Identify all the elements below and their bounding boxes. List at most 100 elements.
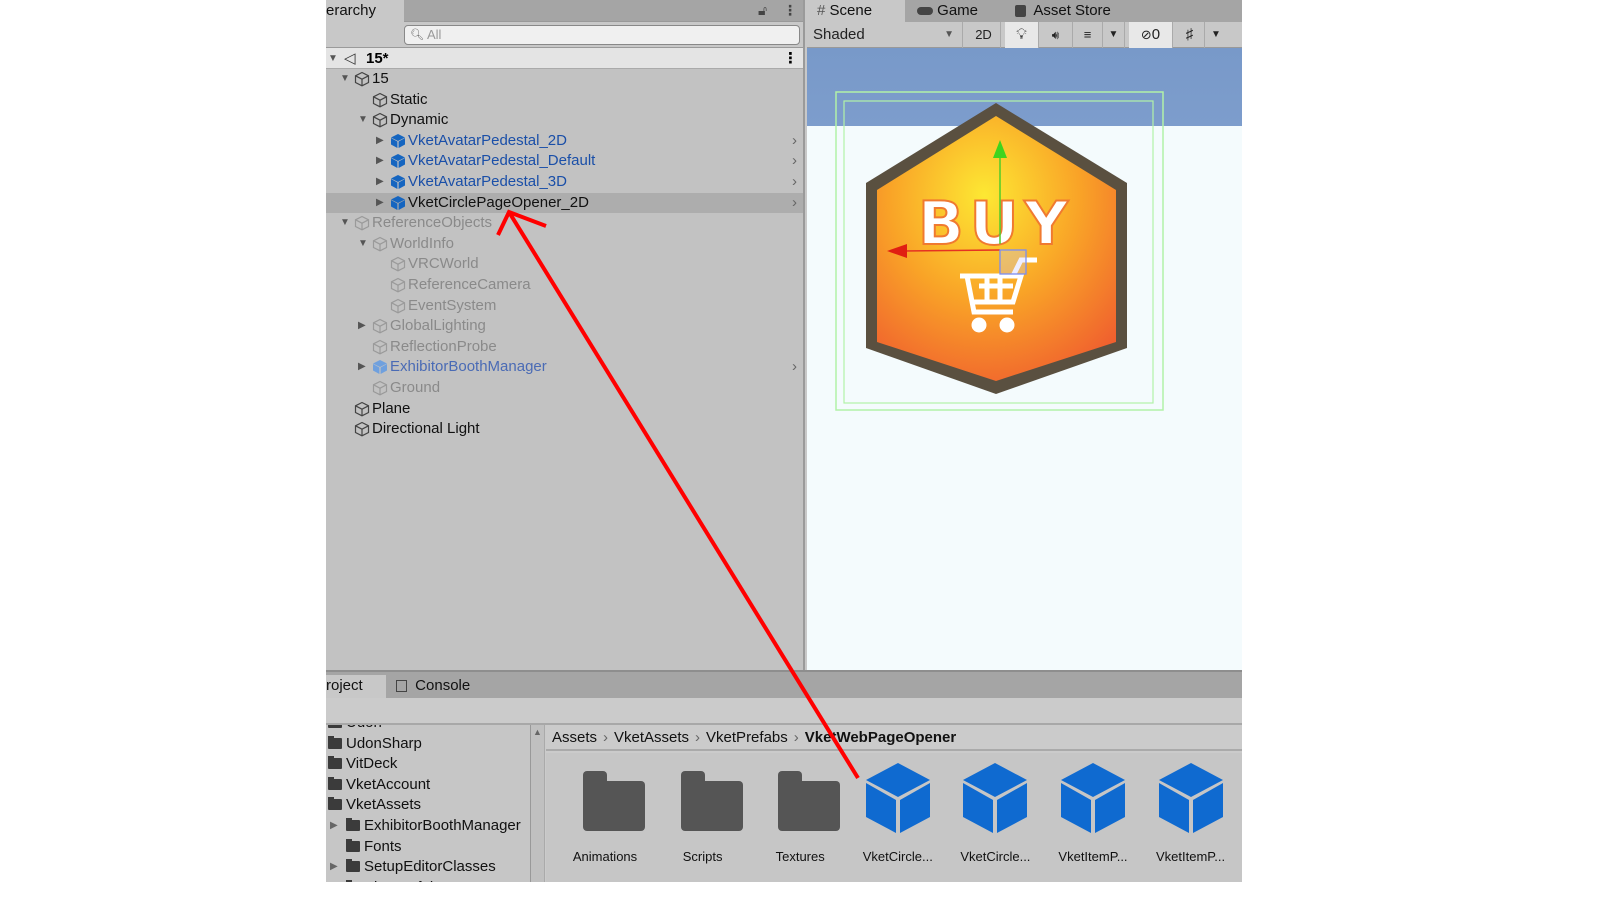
expand-arrow-icon[interactable]: ▼: [328, 48, 338, 69]
asset-label: VketItemP...: [1058, 849, 1128, 864]
audio-toggle-button[interactable]: 🔊︎: [1039, 22, 1073, 48]
shading-mode-dropdown[interactable]: Shaded ▼: [807, 22, 963, 48]
hierarchy-item[interactable]: ▼ WorldInfo: [326, 234, 803, 255]
chevron-right-icon[interactable]: ›: [792, 151, 797, 171]
folder-icon: [328, 735, 342, 749]
collapse-arrow-icon[interactable]: ▶: [376, 151, 384, 171]
folder-tree-item[interactable]: VketPrefabs: [326, 878, 530, 882]
effects-dropdown[interactable]: ▼: [1103, 22, 1125, 48]
hierarchy-item[interactable]: Static: [326, 90, 803, 111]
hierarchy-item[interactable]: ReflectionProbe: [326, 337, 803, 358]
expand-arrow-icon[interactable]: ▼: [340, 213, 350, 233]
hierarchy-item[interactable]: Directional Light: [326, 419, 803, 440]
hierarchy-item[interactable]: EventSystem: [326, 296, 803, 317]
gizmo-dropdown[interactable]: ▼: [1205, 22, 1227, 48]
breadcrumb-item[interactable]: VketWebPageOpener: [805, 729, 956, 746]
chevron-right-icon[interactable]: ›: [792, 357, 797, 377]
hierarchy-item[interactable]: ▶ GlobalLighting: [326, 316, 803, 337]
folder-tree-label: UdonSharp: [346, 734, 422, 752]
hierarchy-item[interactable]: ▶ VketCirclePageOpener_2D ›: [326, 192, 803, 214]
tab-hierarchy[interactable]: erarchy: [326, 0, 404, 22]
collapse-arrow-icon[interactable]: ▶: [376, 172, 384, 192]
collapse-arrow-icon[interactable]: ▶: [376, 131, 384, 151]
hierarchy-item-label: ReferenceObjects: [372, 214, 493, 232]
folder-tree-scrollbar[interactable]: ▲: [531, 725, 545, 882]
effects-toggle-button[interactable]: ≡: [1073, 22, 1103, 48]
gameobject-cube-icon: [390, 298, 406, 314]
hierarchy-item-label: ExhibitorBoothManager: [390, 358, 547, 376]
hierarchy-item[interactable]: ▶ VketAvatarPedestal_3D ›: [326, 172, 803, 193]
prefab-cube-icon: [390, 153, 406, 169]
hierarchy-tree: ▼ 15 Static ▼ Dynamic ▶ VketAvatarPedestal_2D ›…: [326, 69, 803, 440]
folder-tree-label: VitDeck: [346, 755, 398, 773]
scroll-up-icon[interactable]: ▲: [533, 727, 542, 737]
hierarchy-item[interactable]: ▶ VketAvatarPedestal_Default ›: [326, 151, 803, 172]
eye-slash-icon: ⊘: [1140, 27, 1152, 42]
hierarchy-item[interactable]: ▼ ReferenceObjects: [326, 213, 803, 234]
tab-console[interactable]: Console: [390, 675, 490, 698]
hierarchy-panel: erarchy 🔓︎ ⋮ 🔍︎ All ▼ ◁ 15* ⋮ ▼ 15 Static ▼…: [326, 0, 805, 670]
tab-scene[interactable]: # Scene: [807, 0, 905, 22]
hierarchy-item[interactable]: ▼ 15: [326, 69, 803, 90]
breadcrumb-item[interactable]: VketAssets: [614, 729, 689, 746]
hierarchy-item[interactable]: ▶ ExhibitorBoothManager ›: [326, 357, 803, 378]
collapse-arrow-icon[interactable]: ▶: [330, 816, 338, 836]
hierarchy-search-input[interactable]: 🔍︎ All: [404, 25, 800, 45]
folder-tree-item[interactable]: VketAssets: [326, 795, 530, 816]
folder-open-icon: [328, 797, 342, 811]
toggle-2d-button[interactable]: 2D: [967, 22, 1001, 48]
expand-arrow-icon[interactable]: ▼: [358, 110, 368, 130]
layers-icon: ≡: [1083, 27, 1092, 42]
more-options-icon[interactable]: ⋮: [783, 2, 797, 19]
folder-tree-item[interactable]: Fonts: [326, 837, 530, 858]
scene-viewport[interactable]: BUY: [807, 48, 1242, 670]
lock-icon[interactable]: 🔓︎: [758, 2, 767, 19]
tab-project[interactable]: roject: [326, 675, 386, 698]
folder-tree-item[interactable]: ▶ SetupEditorClasses: [326, 857, 530, 878]
hierarchy-search-row: 🔍︎ All: [326, 22, 803, 48]
hierarchy-item[interactable]: ReferenceCamera: [326, 275, 803, 296]
chevron-down-icon: ▼: [1211, 29, 1221, 40]
hierarchy-item-label: VRCWorld: [408, 255, 479, 273]
folder-icon: [583, 771, 645, 831]
folder-tree-item[interactable]: ▶ ExhibitorBoothManager: [326, 816, 530, 837]
folder-tree-item[interactable]: Udon: [326, 725, 530, 734]
folder-tree-item[interactable]: VketAccount: [326, 775, 530, 796]
collapse-arrow-icon[interactable]: ▶: [376, 193, 384, 213]
collapse-arrow-icon[interactable]: ▶: [358, 357, 366, 377]
project-panel: roject Console UdonUdonSharp VitDeck VketA…: [326, 670, 1242, 882]
chevron-right-icon[interactable]: ›: [792, 172, 797, 192]
tab-asset-store[interactable]: Asset Store: [1009, 0, 1139, 22]
hierarchy-item-label: Ground: [390, 378, 441, 396]
gameobject-cube-icon: [372, 339, 388, 355]
folder-tree-item[interactable]: VitDeck: [326, 754, 530, 775]
folder-icon: [778, 771, 841, 831]
console-icon: [396, 680, 407, 693]
tab-game[interactable]: Game: [911, 0, 1003, 22]
collapse-arrow-icon[interactable]: ▶: [330, 857, 338, 877]
gameobject-cube-icon: [354, 71, 370, 87]
breadcrumb-item[interactable]: Assets: [552, 729, 597, 746]
prefab-cube-icon: [1158, 763, 1223, 833]
hierarchy-item[interactable]: ▼ Dynamic: [326, 110, 803, 131]
chevron-right-icon[interactable]: ›: [792, 193, 797, 213]
breadcrumb-item[interactable]: VketPrefabs: [706, 729, 788, 746]
breadcrumb: Assets › VketAssets › VketPrefabs › VketWebPag…: [546, 725, 1242, 751]
tab-console-label: Console: [415, 677, 471, 694]
expand-arrow-icon[interactable]: ▼: [340, 69, 350, 89]
folder-tree-item[interactable]: UdonSharp: [326, 734, 530, 755]
collapse-arrow-icon[interactable]: ▶: [358, 316, 366, 336]
hierarchy-item[interactable]: ▶ VketAvatarPedestal_2D ›: [326, 131, 803, 152]
chevron-right-icon[interactable]: ›: [792, 131, 797, 151]
scene-menu-icon[interactable]: ⋮: [783, 48, 798, 69]
hierarchy-item[interactable]: Plane: [326, 399, 803, 420]
lighting-toggle-button[interactable]: 💡︎: [1005, 22, 1039, 48]
badge-text: BUY: [918, 189, 1074, 259]
hidden-objects-toggle[interactable]: ⊘0: [1129, 22, 1173, 48]
expand-arrow-icon[interactable]: ▼: [358, 234, 368, 254]
center-handle: [999, 249, 1027, 275]
scene-root-row[interactable]: ▼ ◁ 15* ⋮: [326, 48, 803, 69]
gizmo-grid-button[interactable]: ♯: [1175, 22, 1205, 48]
hierarchy-item[interactable]: VRCWorld: [326, 254, 803, 275]
hierarchy-item[interactable]: Ground: [326, 378, 803, 399]
